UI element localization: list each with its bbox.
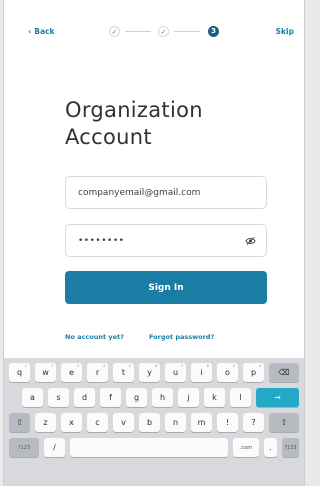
shift-icon: ⇧ bbox=[16, 418, 23, 427]
title-line-1: Organization bbox=[65, 98, 203, 122]
key-f[interactable]: f bbox=[100, 388, 121, 407]
key-u[interactable]: u7 bbox=[165, 363, 186, 382]
password-value: •••••••• bbox=[78, 235, 125, 246]
progress-stepper: ✓ ✓ 3 bbox=[109, 26, 219, 38]
key-question[interactable]: ? bbox=[243, 413, 264, 432]
forgot-password-link[interactable]: Forgot password? bbox=[149, 333, 214, 341]
step-connector bbox=[174, 31, 200, 32]
email-value: companyemail@gmail.com bbox=[78, 187, 201, 198]
space-bar[interactable] bbox=[70, 438, 228, 457]
top-bar: ‹ Back ✓ ✓ 3 Skip bbox=[4, 0, 304, 62]
key-y[interactable]: y6 bbox=[139, 363, 160, 382]
no-account-link[interactable]: No account yet? bbox=[65, 333, 124, 341]
step-2-check-icon: ✓ bbox=[158, 26, 169, 37]
skip-button[interactable]: Skip bbox=[276, 27, 294, 36]
step-3-current: 3 bbox=[208, 26, 219, 37]
key-dotcom[interactable]: .com bbox=[233, 438, 259, 457]
key-o[interactable]: o9 bbox=[217, 363, 238, 382]
key-p[interactable]: p0 bbox=[243, 363, 264, 382]
password-field[interactable]: •••••••• bbox=[65, 224, 267, 257]
chevron-left-icon: ‹ bbox=[28, 26, 32, 36]
email-field[interactable]: companyemail@gmail.com bbox=[65, 176, 267, 209]
key-t[interactable]: t5 bbox=[113, 363, 134, 382]
key-exclamation[interactable]: ! bbox=[217, 413, 238, 432]
key-a[interactable]: a bbox=[22, 388, 43, 407]
on-screen-keyboard: q1 w2 e3 r4 t5 y6 u7 i8 o9 p0 ⌫ a s d f … bbox=[4, 358, 304, 486]
sign-in-button[interactable]: Sign In bbox=[65, 271, 267, 304]
enter-key[interactable]: → bbox=[256, 388, 299, 407]
key-j[interactable]: j bbox=[178, 388, 199, 407]
numbers-key-right[interactable]: ?123 bbox=[282, 438, 299, 457]
key-m[interactable]: m bbox=[191, 413, 212, 432]
key-slash[interactable]: / bbox=[44, 438, 65, 457]
arrow-right-icon: → bbox=[274, 393, 281, 402]
step-1-check-icon: ✓ bbox=[109, 26, 120, 37]
screen: ‹ Back ✓ ✓ 3 Skip Organization Account c… bbox=[3, 0, 305, 486]
key-n[interactable]: n bbox=[165, 413, 186, 432]
key-r[interactable]: r4 bbox=[87, 363, 108, 382]
step-connector bbox=[125, 31, 151, 32]
backspace-icon: ⌫ bbox=[278, 368, 290, 377]
key-z[interactable]: z bbox=[35, 413, 56, 432]
key-e[interactable]: e3 bbox=[61, 363, 82, 382]
page-title: Organization Account bbox=[65, 97, 275, 151]
key-d[interactable]: d bbox=[74, 388, 95, 407]
shift-key-right[interactable]: ⇧ bbox=[269, 413, 299, 432]
backspace-key[interactable]: ⌫ bbox=[269, 363, 299, 382]
key-k[interactable]: k bbox=[204, 388, 225, 407]
key-i[interactable]: i8 bbox=[191, 363, 212, 382]
key-s[interactable]: s bbox=[48, 388, 69, 407]
key-v[interactable]: v bbox=[113, 413, 134, 432]
key-h[interactable]: h bbox=[152, 388, 173, 407]
back-label: Back bbox=[34, 27, 55, 36]
title-line-2: Account bbox=[65, 125, 152, 149]
key-b[interactable]: b bbox=[139, 413, 160, 432]
key-w[interactable]: w2 bbox=[35, 363, 56, 382]
shift-icon: ⇧ bbox=[280, 418, 288, 427]
key-x[interactable]: x bbox=[61, 413, 82, 432]
key-c[interactable]: c bbox=[87, 413, 108, 432]
numbers-key-left[interactable]: ?123 bbox=[9, 438, 39, 457]
key-q[interactable]: q1 bbox=[9, 363, 30, 382]
back-button[interactable]: ‹ Back bbox=[28, 27, 55, 36]
shift-key-left[interactable]: ⇧ bbox=[9, 413, 30, 432]
key-period[interactable]: . bbox=[264, 438, 277, 457]
eye-off-icon[interactable] bbox=[245, 236, 256, 246]
key-l[interactable]: l bbox=[230, 388, 251, 407]
key-g[interactable]: g bbox=[126, 388, 147, 407]
